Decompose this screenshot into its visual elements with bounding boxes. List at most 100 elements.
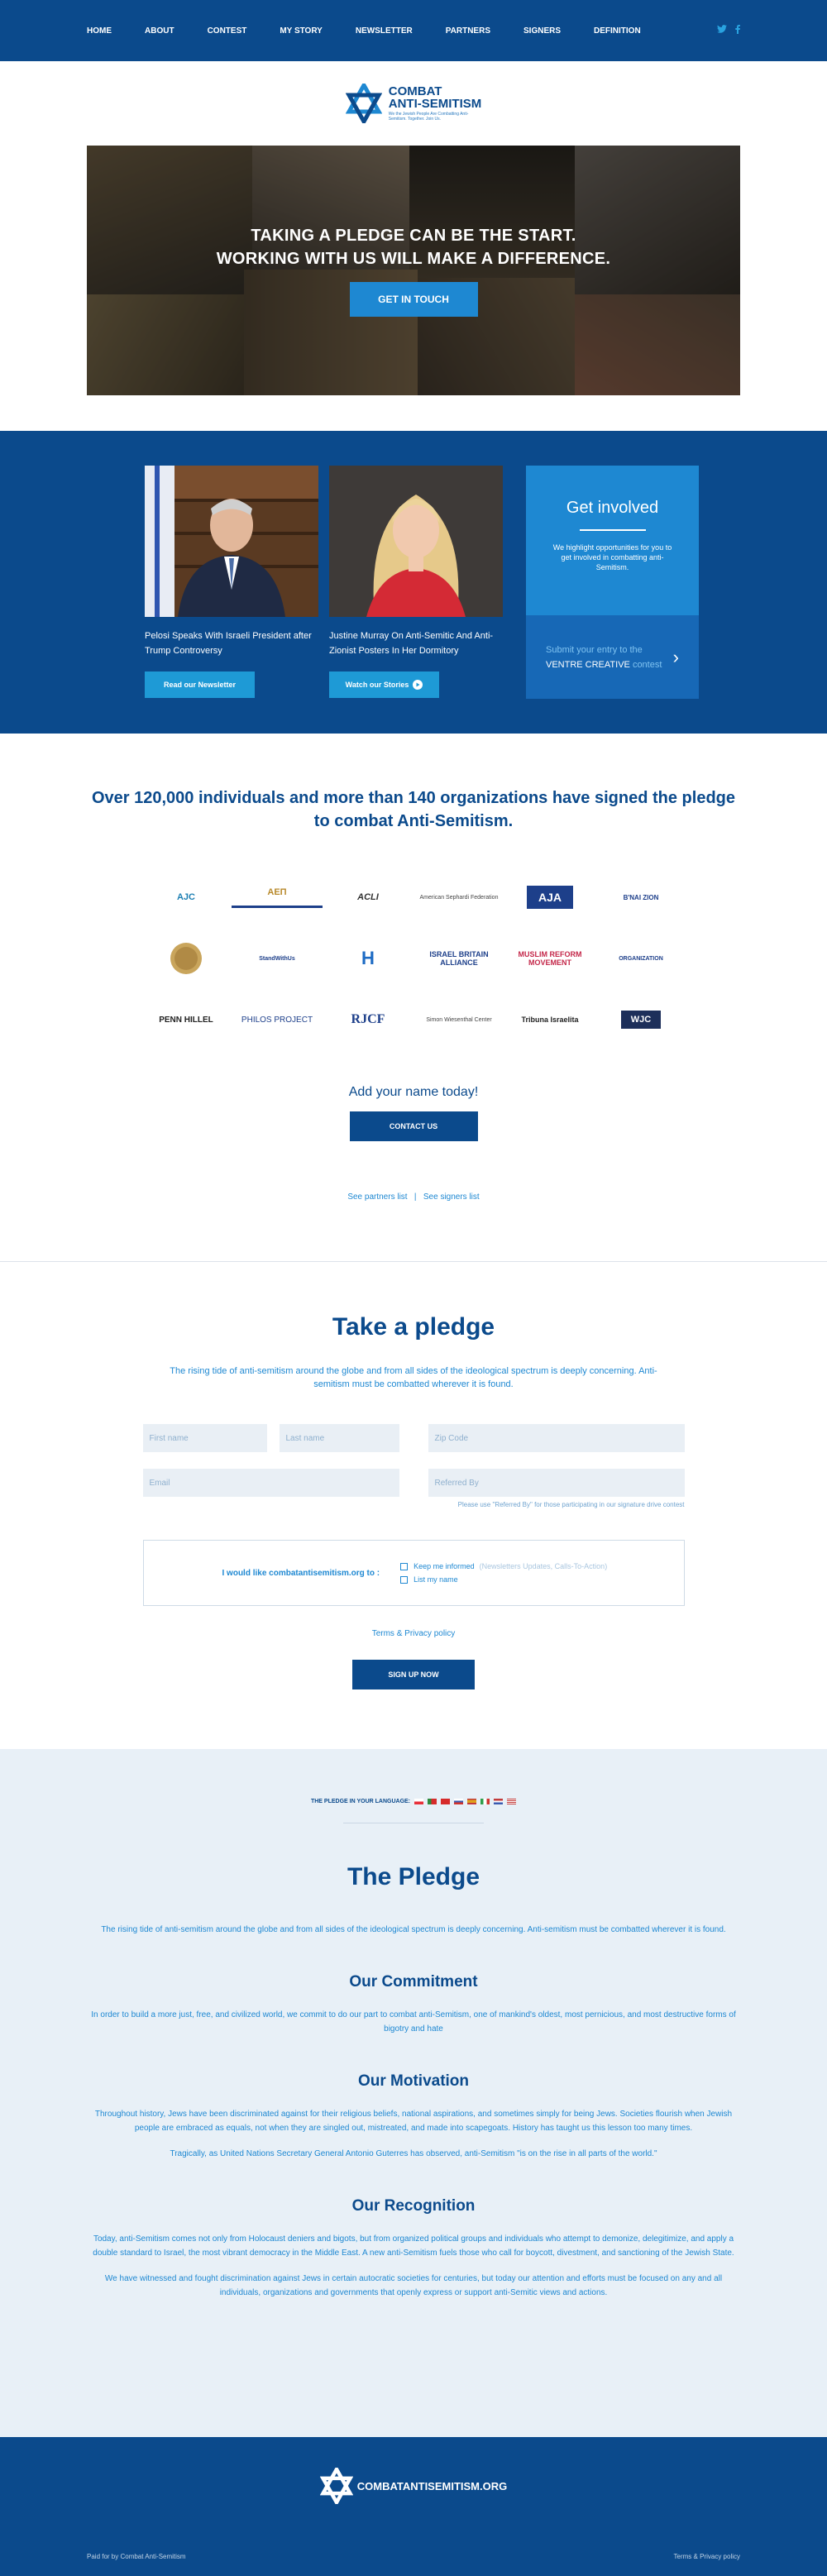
flag-russia-icon[interactable] [454,1799,464,1804]
partner-logos-grid: AJC ΑΕΠ ACLI American Sephardi Federatio… [141,878,686,1039]
watch-stories-button[interactable]: Watch our Stories [329,671,439,698]
logo-area: COMBAT ANTI-SEMITISM We the Jewish Peopl… [0,61,827,146]
list-links: See partners list | See signers list [0,1192,827,1202]
pledge-form-section: Take a pledge The rising tide of anti-se… [0,1262,827,1689]
nav-item-home[interactable]: HOME [87,26,112,36]
keep-informed-sublabel: (Newsletters Updates, Calls-To-Action) [479,1562,608,1570]
contest-entry-link[interactable]: Submit your entry to the VENTRE CREATIVE… [526,615,699,699]
partner-logo-wiesenthal[interactable]: Simon Wiesenthal Center [414,1001,504,1039]
partner-logo-acli[interactable]: ACLI [323,878,414,916]
checkbox-square [400,1562,409,1570]
keep-informed-label: Keep me informed [414,1562,475,1570]
star-of-david-icon [319,2468,353,2504]
sign-up-button[interactable]: SIGN UP NOW [352,1660,475,1689]
email-input[interactable]: Email [142,1469,399,1497]
site-footer: COMBATANTISEMITISM.ORG Paid for by Comba… [0,2437,827,2576]
form-row-2: Email Referred By [142,1469,685,1497]
partner-logo-tribuna[interactable]: Tribuna Israelita [504,1001,595,1039]
hero-headline-2: WORKING WITH US WILL MAKE A DIFFERENCE. [216,250,611,268]
hero-headline-1: TAKING A PLEDGE CAN BE THE START. [251,227,576,245]
language-label: THE PLEDGE IN YOUR LANGUAGE: [310,1799,411,1804]
get-involved-description: We highlight opportunities for you to ge… [552,543,672,571]
recognition-text: Today, anti-Semitism comes not only from… [93,2234,734,2258]
partners-list-link[interactable]: See partners list [347,1192,407,1202]
partner-logo-seal[interactable] [141,939,232,977]
contest-entry-text-2: VENTRE CREATIVE [546,659,630,670]
partner-logo-aja[interactable]: AJA [504,878,595,916]
flag-usa-icon[interactable] [507,1799,517,1804]
chevron-right-icon: › [672,646,679,667]
partner-logo-wjc-text: WJC [620,1011,662,1029]
zip-code-input[interactable]: Zip Code [428,1424,685,1452]
nav-item-my-story[interactable]: MY STORY [280,26,323,36]
partner-logo-rjcf[interactable]: RJCF [323,1001,414,1039]
play-icon [413,680,423,690]
story-image-pelosi[interactable] [145,466,318,617]
partner-logo-h[interactable]: H [323,939,414,977]
partner-logo-standwithus[interactable]: StandWithUs [232,939,323,977]
commitment-heading: Our Commitment [349,1973,478,1991]
partner-logo-bnai-zion[interactable]: B'NAI ZION [595,878,686,916]
referred-by-input[interactable]: Referred By [428,1469,685,1497]
flag-china-icon[interactable] [441,1799,451,1804]
signatures-section: Over 120,000 individuals and more than 1… [0,734,827,1202]
footer-terms-link[interactable]: Terms & Privacy policy [674,2553,740,2560]
story-caption-1[interactable]: Pelosi Speaks With Israeli President aft… [145,628,318,662]
nav-item-signers[interactable]: SIGNERS [523,26,561,36]
get-involved-divider [579,529,646,531]
story-image-justine[interactable] [329,466,503,617]
nav-item-partners[interactable]: PARTNERS [446,26,490,36]
partner-logo-asf[interactable]: American Sephardi Federation [414,878,504,916]
contact-us-button[interactable]: CONTACT US [349,1111,478,1141]
contest-entry-text-3: contest [632,659,662,670]
commitment-text: In order to build a more just, free, and… [91,2010,736,2034]
footer-logo[interactable]: COMBATANTISEMITISM.ORG [0,2468,827,2504]
paid-for-text: Paid for by Combat Anti-Semitism [87,2553,186,2560]
nav-menu: HOME ABOUT CONTEST MY STORY NEWSLETTER P… [87,26,674,36]
list-my-name-checkbox[interactable]: List my name [400,1575,607,1584]
flag-poland-icon[interactable] [414,1799,424,1804]
add-name-heading: Add your name today! [348,1085,479,1099]
flag-italy-icon[interactable] [480,1799,490,1804]
signatures-headline: Over 120,000 individuals and more than 1… [91,789,736,830]
pledge-text-section: THE PLEDGE IN YOUR LANGUAGE: The Pledge … [0,1749,827,2437]
partner-logo-penn-hillel[interactable]: PENN HILLEL [141,1001,232,1039]
partner-logo-ajc[interactable]: AJC [141,878,232,916]
partner-logo-aepi[interactable]: ΑΕΠ [232,878,323,908]
read-newsletter-button[interactable]: Read our Newsletter [145,671,255,698]
first-name-input[interactable]: First name [142,1424,267,1452]
flag-portugal-icon[interactable] [428,1799,437,1804]
referred-by-note: Please use "Referred By" for those parti… [457,1501,685,1508]
story-card-2: Justine Murray On Anti-Semitic And Anti-… [329,466,503,698]
nav-item-about[interactable]: ABOUT [145,26,174,36]
partner-logo-israel-britain[interactable]: ISRAEL BRITAIN ALLIANCE [414,939,504,977]
stories-section: Pelosi Speaks With Israeli President aft… [0,431,827,734]
nav-item-contest[interactable]: CONTEST [208,26,247,36]
last-name-input[interactable]: Last name [279,1424,399,1452]
flag-netherlands-icon[interactable] [494,1799,504,1804]
story-caption-2[interactable]: Justine Murray On Anti-Semitic And Anti-… [329,628,503,662]
contest-entry-text-1: Submit your entry to the [546,644,643,655]
motivation-text: Throughout history, Jews have been discr… [94,2110,733,2133]
partner-logo-muslim-reform[interactable]: MUSLIM REFORM MOVEMENT [504,939,595,977]
get-in-touch-button[interactable]: GET IN TOUCH [349,282,478,317]
partner-logo-philos[interactable]: PHILOS PROJECT [232,1001,323,1039]
partner-logo-wjc[interactable]: WJC [595,1001,686,1039]
footer-logo-text: COMBATANTISEMITISM.ORG [356,2479,508,2492]
signers-list-link[interactable]: See signers list [423,1192,480,1202]
link-separator: | [414,1192,417,1202]
pledge-title: The Pledge [347,1863,480,1890]
language-selector: THE PLEDGE IN YOUR LANGUAGE: [0,1799,827,1804]
partner-logo-organization[interactable]: ORGANIZATION [595,939,686,977]
twitter-icon[interactable] [717,25,727,36]
preferences-box: I would like combatantisemitism.org to :… [142,1540,685,1606]
hero-banner: TAKING A PLEDGE CAN BE THE START. WORKIN… [87,146,740,395]
nav-item-newsletter[interactable]: NEWSLETTER [356,26,413,36]
recognition-heading: Our Recognition [351,2197,476,2215]
keep-informed-checkbox[interactable]: Keep me informed (Newsletters Updates, C… [400,1562,607,1570]
site-logo[interactable]: COMBAT ANTI-SEMITISM We the Jewish Peopl… [345,84,481,123]
flag-spain-icon[interactable] [467,1799,477,1804]
terms-privacy-link[interactable]: Terms & Privacy policy [0,1629,827,1638]
nav-item-definition[interactable]: DEFINITION [594,26,641,36]
facebook-icon[interactable] [735,25,740,36]
